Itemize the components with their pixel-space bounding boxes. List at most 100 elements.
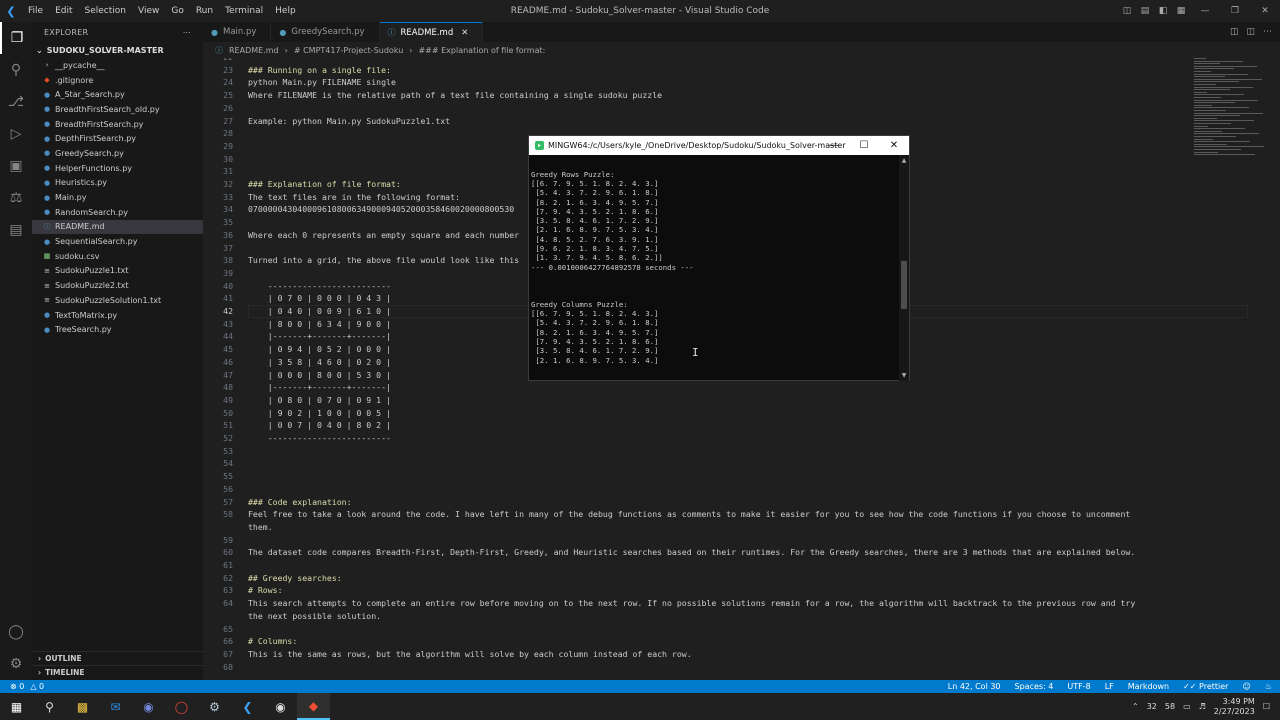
line-text: ## Greedy searches: xyxy=(248,572,342,583)
discord-icon[interactable]: ◉ xyxy=(132,693,165,720)
breadcrumb-item[interactable]: ### Explanation of file format: xyxy=(418,46,545,55)
close-tab-icon[interactable]: ✕ xyxy=(461,28,468,38)
file-item[interactable]: ● TextToMatrix.py xyxy=(32,308,203,323)
notification-center-icon[interactable]: ☐ xyxy=(1263,702,1270,711)
chrome-icon[interactable]: ◯ xyxy=(165,693,198,720)
tab-readme-md[interactable]: ⓘ README.md ✕ xyxy=(379,22,484,42)
more-actions-icon[interactable]: ⋯ xyxy=(183,28,191,37)
breadcrumb-item[interactable]: README.md xyxy=(229,46,279,55)
run-debug-icon[interactable]: ▷ xyxy=(0,118,32,150)
file-item[interactable]: ● HelperFunctions.py xyxy=(32,161,203,176)
mail-icon[interactable]: ✉ xyxy=(99,693,132,720)
menu-go[interactable]: Go xyxy=(165,0,189,22)
feedback-icon[interactable]: ☺ xyxy=(1242,682,1250,691)
tab-greedysearch-py[interactable]: ● GreedySearch.py xyxy=(271,22,380,42)
tray-badge[interactable]: 58 xyxy=(1165,702,1175,711)
minimize-icon[interactable]: — xyxy=(819,136,849,155)
file-item[interactable]: ≡ SudokuPuzzleSolution1.txt xyxy=(32,293,203,308)
file-item[interactable]: ● Main.py xyxy=(32,190,203,205)
testing-icon[interactable]: ⚖ xyxy=(0,182,32,214)
line-text: ### Explanation of file format: xyxy=(248,179,401,189)
close-icon[interactable]: ✕ xyxy=(879,136,909,155)
restore-icon[interactable]: ❐ xyxy=(1220,0,1250,22)
weather-temp[interactable]: 32 xyxy=(1147,702,1157,711)
volume-icon[interactable]: ♬ xyxy=(1199,702,1206,711)
manage-gear-icon[interactable]: ⚙ xyxy=(0,648,32,680)
minimap[interactable] xyxy=(1190,58,1270,158)
customize-layout-icon[interactable]: ▦ xyxy=(1172,0,1190,22)
file-item[interactable]: › __pycache__ xyxy=(32,58,203,73)
breadcrumb-item[interactable]: # CMPT417-Project-Sudoku xyxy=(294,46,403,55)
file-item[interactable]: ● Heuristics.py xyxy=(32,176,203,191)
file-item[interactable]: ◆ .gitignore xyxy=(32,73,203,88)
warnings-status[interactable]: △ 0 xyxy=(30,682,44,691)
menu-terminal[interactable]: Terminal xyxy=(219,0,269,22)
steam-icon[interactable]: ⚙ xyxy=(198,693,231,720)
chevron-up-icon[interactable]: ⌃ xyxy=(1132,702,1139,711)
language-mode[interactable]: Markdown xyxy=(1128,682,1169,691)
scroll-down-icon[interactable]: ▼ xyxy=(899,372,909,379)
obs-icon[interactable]: ◉ xyxy=(264,693,297,720)
notifications-bell-icon[interactable]: ♨ xyxy=(1265,682,1272,691)
file-item[interactable]: ≡ SudokuPuzzle2.txt xyxy=(32,278,203,293)
file-explorer-icon[interactable]: ▩ xyxy=(66,693,99,720)
file-item[interactable]: ● SequentialSearch.py xyxy=(32,234,203,249)
split-editor-icon[interactable]: ◫ xyxy=(1246,27,1255,37)
prettier-status[interactable]: ✓✓ Prettier xyxy=(1183,682,1228,691)
terminal-title-bar[interactable]: ▸ MINGW64:/c/Users/kyle_/OneDrive/Deskto… xyxy=(529,136,909,155)
file-item[interactable]: ≡ SudokuPuzzle1.txt xyxy=(32,264,203,279)
menu-file[interactable]: File xyxy=(22,0,49,22)
file-item[interactable]: ⓘ README.md xyxy=(32,219,203,235)
file-item[interactable]: ● TreeSearch.py xyxy=(32,322,203,337)
terminal-scrollbar[interactable]: ▲ ▼ xyxy=(899,155,909,381)
network-icon[interactable]: ▭ xyxy=(1183,702,1191,711)
file-item[interactable]: ● RandomSearch.py xyxy=(32,205,203,220)
file-item[interactable]: ● A_Star_Search.py xyxy=(32,87,203,102)
file-item[interactable]: ● GreedySearch.py xyxy=(32,146,203,161)
indentation[interactable]: Spaces: 4 xyxy=(1015,682,1054,691)
vscode-icon[interactable]: ❮ xyxy=(231,693,264,720)
code-line: 25 Where FILENAME is the relative path of… xyxy=(203,89,1203,102)
close-icon[interactable]: ✕ xyxy=(1250,0,1280,22)
error-count: 0 xyxy=(19,682,25,691)
errors-status[interactable]: ⊗ 0 xyxy=(10,682,24,691)
extensions-icon[interactable]: ▣ xyxy=(0,150,32,182)
file-item[interactable]: ● BreadthFirstSearch_old.py xyxy=(32,102,203,117)
remote-explorer-icon[interactable]: ▤ xyxy=(0,214,32,246)
explorer-icon[interactable]: ❐ xyxy=(0,22,32,54)
open-preview-icon[interactable]: ◫ xyxy=(1230,27,1239,37)
timeline-section[interactable]: › TIMELINE xyxy=(32,665,203,679)
account-icon[interactable]: ◯ xyxy=(0,616,32,648)
terminal-output[interactable]: Greedy Rows Puzzle: [[6. 7. 9. 5. 1. 8. 2… xyxy=(529,155,901,381)
menu-selection[interactable]: Selection xyxy=(79,0,132,22)
mingw-terminal-window[interactable]: ▸ MINGW64:/c/Users/kyle_/OneDrive/Deskto… xyxy=(528,135,910,381)
line-number: 61 xyxy=(223,560,233,570)
toggle-panel-icon[interactable]: ▤ xyxy=(1136,0,1154,22)
git-bash-icon[interactable]: ◆ xyxy=(297,693,330,720)
maximize-icon[interactable]: ☐ xyxy=(849,136,879,155)
windows-start-icon[interactable]: ▦ xyxy=(0,693,33,720)
encoding[interactable]: UTF-8 xyxy=(1067,682,1090,691)
source-control-icon[interactable]: ⎇ xyxy=(0,86,32,118)
scroll-up-icon[interactable]: ▲ xyxy=(899,157,909,164)
outline-section[interactable]: › OUTLINE xyxy=(32,651,203,665)
clock[interactable]: 3:49 PM 2/27/2023 xyxy=(1214,697,1255,717)
end-of-line[interactable]: LF xyxy=(1105,682,1114,691)
menu-run[interactable]: Run xyxy=(190,0,219,22)
toggle-sidebar-icon[interactable]: ◫ xyxy=(1118,0,1136,22)
more-actions-icon[interactable]: ⋯ xyxy=(1263,27,1272,37)
toggle-secondary-sidebar-icon[interactable]: ◧ xyxy=(1154,0,1172,22)
file-item[interactable]: ▦ sudoku.csv xyxy=(32,249,203,264)
file-item[interactable]: ● DepthFirstSearch.py xyxy=(32,131,203,146)
cursor-position[interactable]: Ln 42, Col 30 xyxy=(948,682,1001,691)
minimize-icon[interactable]: — xyxy=(1190,0,1220,22)
menu-help[interactable]: Help xyxy=(269,0,302,22)
menu-edit[interactable]: Edit xyxy=(49,0,78,22)
file-item[interactable]: ● BreadthFirstSearch.py xyxy=(32,117,203,132)
tab-main-py[interactable]: ● Main.py xyxy=(203,22,272,42)
menu-view[interactable]: View xyxy=(132,0,165,22)
search-icon[interactable]: ⚲ xyxy=(33,693,66,720)
scroll-thumb[interactable] xyxy=(901,261,907,309)
project-folder[interactable]: ⌄ SUDOKU_SOLVER-MASTER xyxy=(32,42,203,58)
search-icon[interactable]: ⚲ xyxy=(0,54,32,86)
